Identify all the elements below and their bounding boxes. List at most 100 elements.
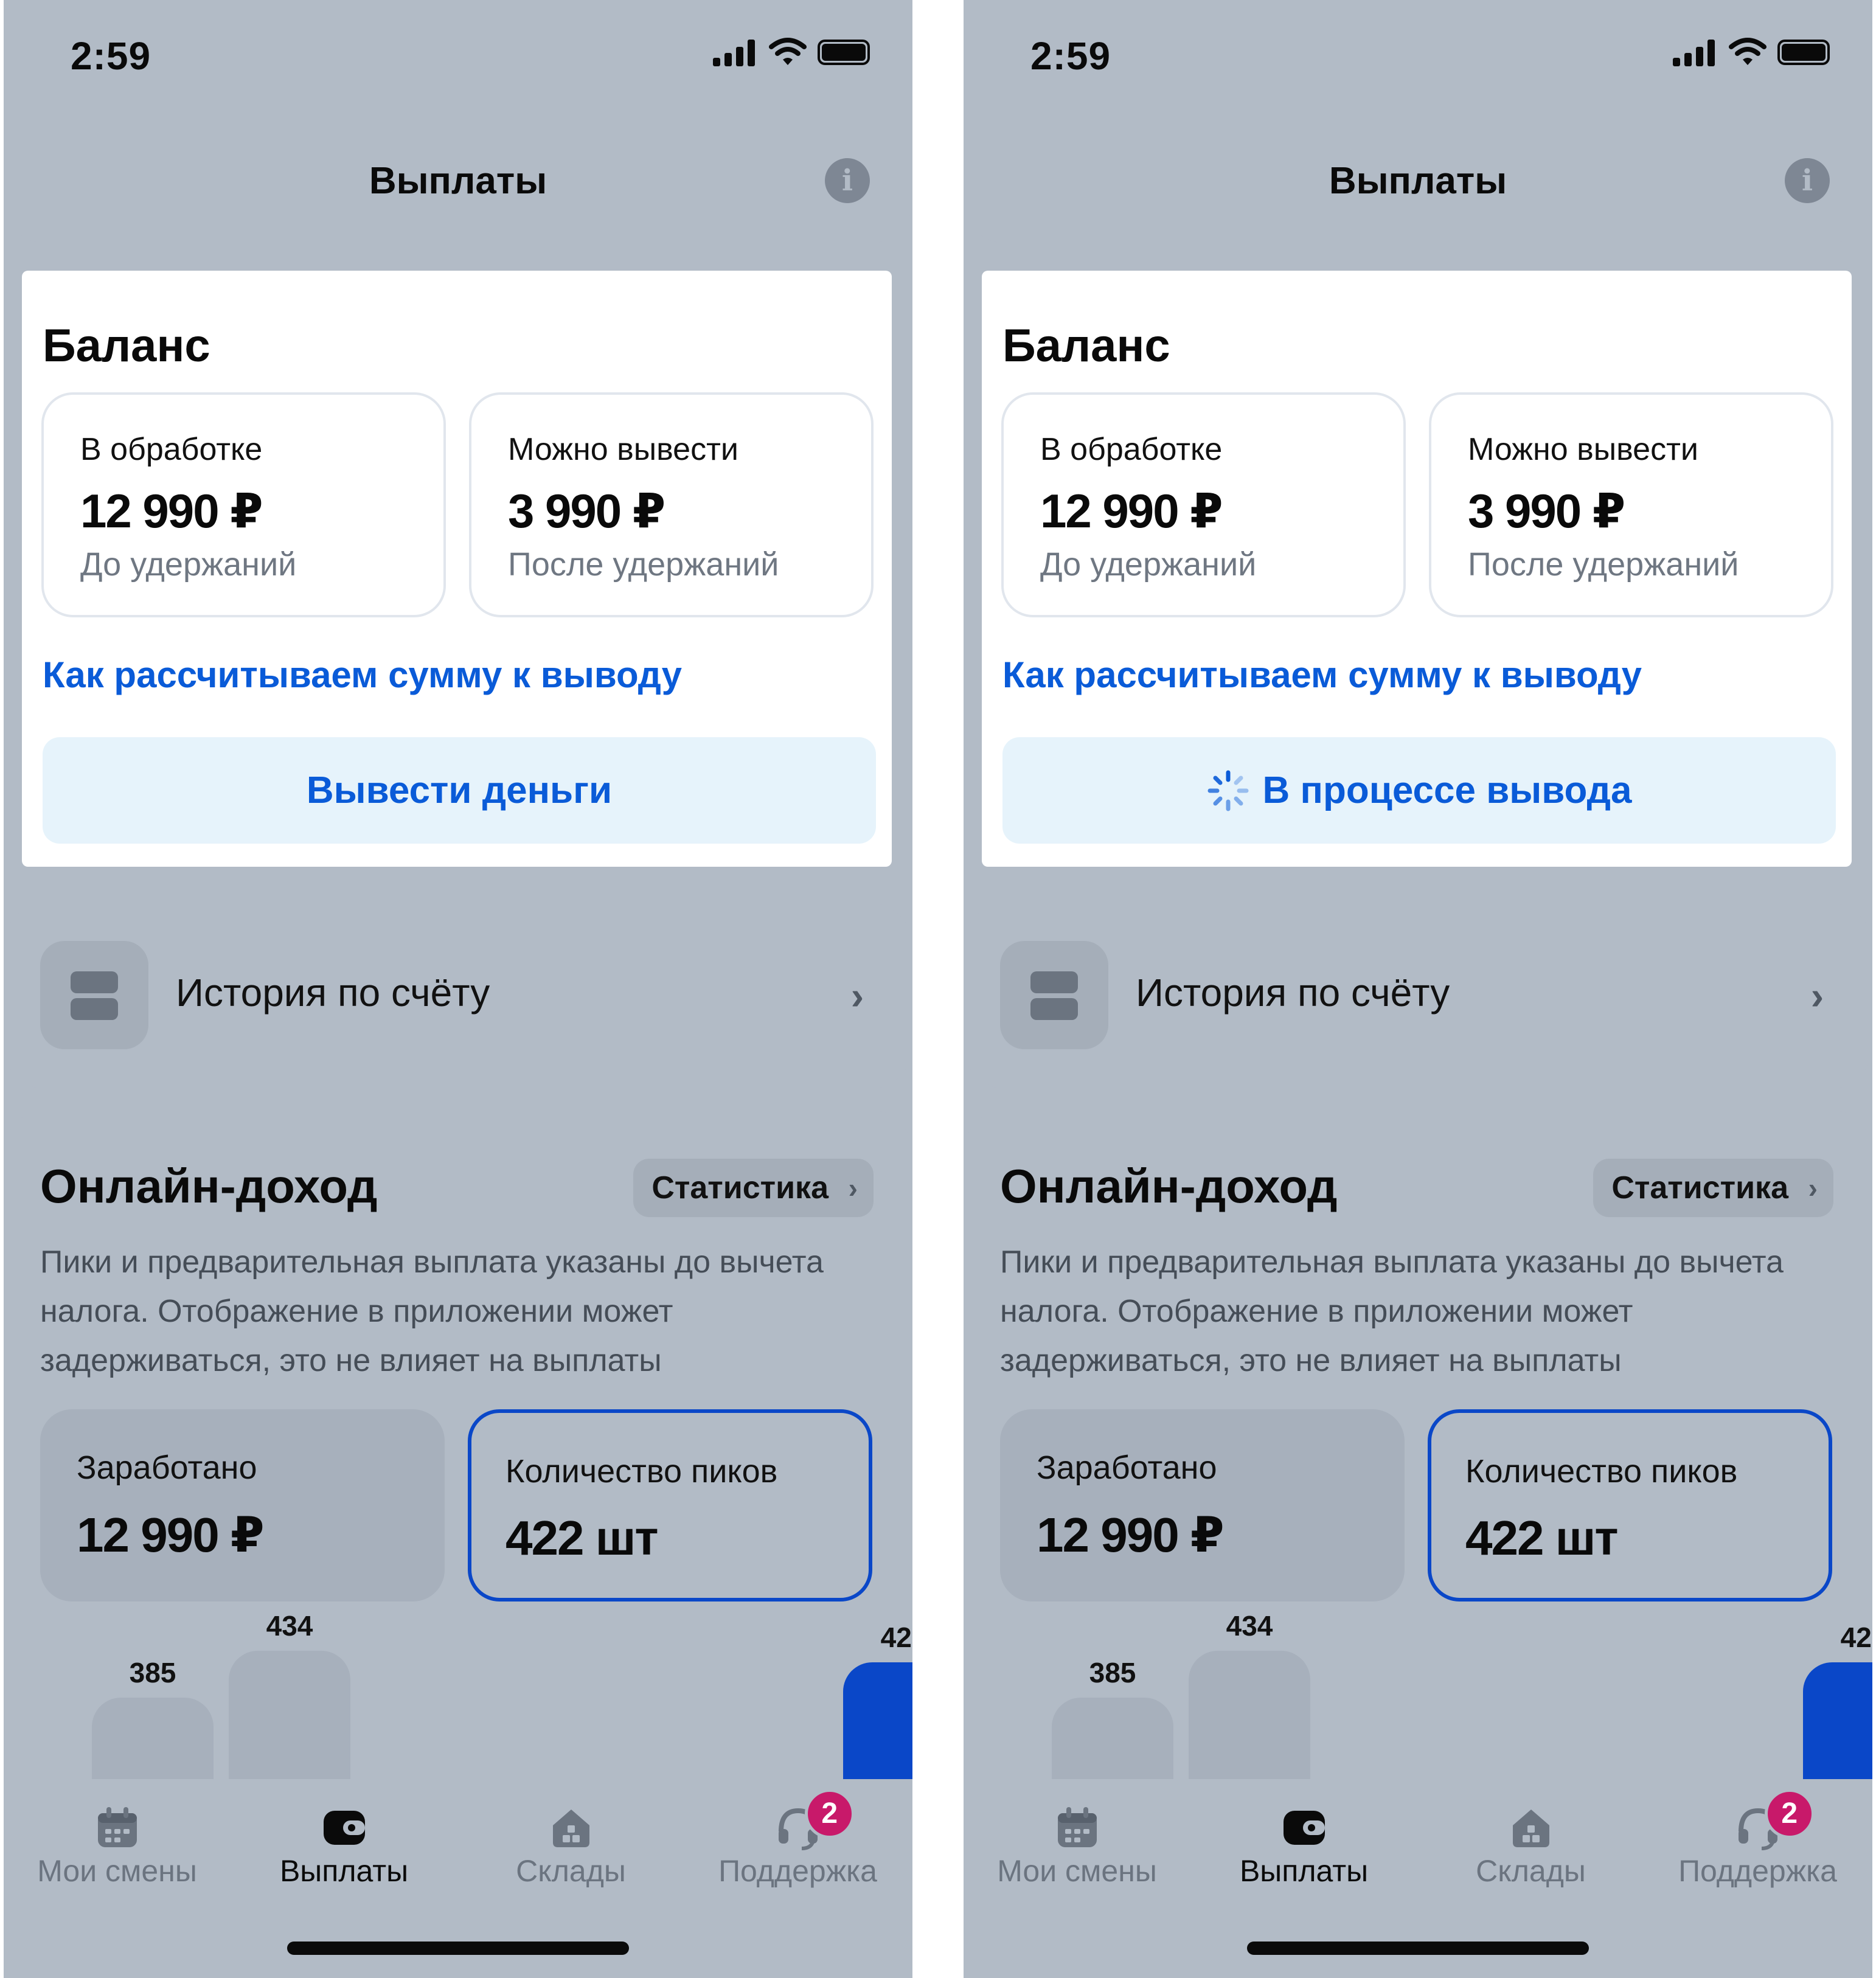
- screen-payouts-default: 2:59 Выплаты i Баланс В обработке 12 990…: [4, 0, 912, 1978]
- picks-chart: 385 434 422: [1000, 1609, 1872, 1779]
- history-row[interactable]: История по счёту ›: [964, 903, 1872, 1089]
- notification-badge: 2: [1764, 1789, 1815, 1839]
- tab-my-shifts[interactable]: Мои смены: [964, 1779, 1190, 1919]
- tab-label: Склады: [516, 1854, 626, 1888]
- statistics-label: Статистика: [651, 1170, 829, 1206]
- processing-label: В обработке: [80, 432, 263, 467]
- history-icon: [40, 941, 148, 1049]
- statistics-button[interactable]: Статистика ›: [633, 1159, 874, 1217]
- notification-badge: 2: [804, 1789, 855, 1839]
- home-indicator: [287, 1942, 629, 1955]
- withdrawable-label: Можно вывести: [508, 432, 738, 467]
- chart-bar[interactable]: [229, 1650, 350, 1779]
- earned-value: 12 990 ₽: [1037, 1508, 1225, 1562]
- processing-label: В обработке: [1040, 432, 1223, 467]
- balance-card: Баланс В обработке 12 990 ₽ До удержаний…: [22, 271, 892, 867]
- earned-tile[interactable]: Заработано 12 990 ₽: [40, 1409, 445, 1601]
- withdrawable-value: 3 990 ₽: [508, 484, 665, 538]
- withdrawal-in-progress-label: В процессе вывода: [1262, 769, 1632, 811]
- loading-spinner-icon: [1207, 770, 1249, 811]
- tab-warehouses[interactable]: Склады: [457, 1779, 684, 1919]
- tab-label: Выплаты: [279, 1854, 409, 1888]
- income-title: Онлайн-доход: [1000, 1159, 1338, 1213]
- signal-icon: [1673, 40, 1715, 66]
- income-description: Пики и предварительная выплата указаны д…: [40, 1244, 824, 1378]
- picks-label: Количество пиков: [1465, 1453, 1738, 1490]
- page-title: Выплаты: [1329, 160, 1507, 202]
- battery-icon: [818, 40, 870, 65]
- withdraw-button-label: Вывести деньги: [306, 769, 613, 811]
- history-label: История по счёту: [176, 971, 490, 1015]
- calendar-icon: [1054, 1805, 1100, 1851]
- chart-bar[interactable]: [1803, 1662, 1872, 1779]
- chevron-right-icon: ›: [848, 1172, 858, 1204]
- tab-label: Выплаты: [1239, 1854, 1369, 1888]
- statistics-button[interactable]: Статистика ›: [1593, 1159, 1833, 1217]
- status-icons: [1673, 38, 1837, 71]
- battery-icon: [1777, 40, 1830, 65]
- wallet-icon: [321, 1805, 367, 1851]
- chevron-right-icon: ›: [850, 974, 864, 1018]
- calc-info-link[interactable]: Как рассчитываем сумму к выводу: [43, 654, 682, 696]
- withdrawal-in-progress-button[interactable]: В процессе вывода: [1002, 737, 1836, 844]
- tab-label: Поддержка: [718, 1854, 877, 1888]
- balance-card: Баланс В обработке 12 990 ₽ До удержаний…: [982, 271, 1852, 867]
- tab-support[interactable]: 2 Поддержка: [684, 1779, 911, 1919]
- tab-label: Склады: [1476, 1854, 1586, 1888]
- wifi-icon: [769, 38, 807, 65]
- withdrawable-value: 3 990 ₽: [1468, 484, 1625, 538]
- processing-value: 12 990 ₽: [80, 484, 263, 538]
- withdrawable-box: Можно вывести 3 990 ₽ После удержаний: [1429, 392, 1833, 617]
- home-indicator: [1247, 1942, 1589, 1955]
- earned-tile[interactable]: Заработано 12 990 ₽: [1000, 1409, 1405, 1601]
- tab-support[interactable]: 2 Поддержка: [1644, 1779, 1871, 1919]
- chart-bar-label: 422: [1840, 1621, 1872, 1653]
- earned-value: 12 990 ₽: [77, 1508, 265, 1562]
- chart-bar-label: 385: [129, 1657, 176, 1689]
- page-title: Выплаты: [369, 160, 547, 202]
- screen-payouts-in-progress: 2:59 Выплаты i Баланс В обработке 12 990…: [964, 0, 1872, 1978]
- chart-bar-label: 422: [880, 1621, 912, 1653]
- chart-bar[interactable]: [1189, 1650, 1310, 1779]
- picks-value: 422 шт: [1465, 1511, 1619, 1565]
- chart-bar[interactable]: [92, 1698, 214, 1779]
- tab-warehouses[interactable]: Склады: [1417, 1779, 1644, 1919]
- info-icon[interactable]: i: [1785, 158, 1830, 203]
- processing-box: В обработке 12 990 ₽ До удержаний: [41, 392, 446, 617]
- signal-icon: [713, 40, 756, 66]
- chart-bar[interactable]: [1052, 1698, 1173, 1779]
- withdraw-button[interactable]: Вывести деньги: [43, 737, 876, 844]
- picks-value: 422 шт: [505, 1511, 659, 1565]
- picks-tile[interactable]: Количество пиков 422 шт: [1428, 1409, 1832, 1601]
- picks-tile[interactable]: Количество пиков 422 шт: [468, 1409, 872, 1601]
- processing-sub: До удержаний: [1040, 546, 1257, 583]
- chart-bar[interactable]: [843, 1662, 912, 1779]
- processing-box: В обработке 12 990 ₽ До удержаний: [1001, 392, 1406, 617]
- earned-label: Заработано: [1037, 1449, 1217, 1486]
- picks-chart: 385 434 422: [40, 1610, 912, 1779]
- processing-sub: До удержаний: [80, 546, 297, 583]
- info-icon[interactable]: i: [825, 158, 870, 203]
- calc-info-link[interactable]: Как рассчитываем сумму к выводу: [1002, 654, 1642, 696]
- status-icons: [713, 38, 877, 71]
- earned-label: Заработано: [77, 1449, 257, 1486]
- warehouse-icon: [548, 1805, 594, 1851]
- wallet-icon: [1281, 1805, 1327, 1851]
- withdrawable-sub: После удержаний: [1468, 546, 1739, 583]
- calendar-icon: [94, 1805, 141, 1851]
- warehouse-icon: [1508, 1805, 1554, 1851]
- tab-my-shifts[interactable]: Мои смены: [4, 1779, 231, 1919]
- processing-value: 12 990 ₽: [1040, 484, 1223, 538]
- balance-title: Баланс: [1002, 320, 1170, 372]
- income-title: Онлайн-доход: [40, 1159, 378, 1213]
- tab-payouts[interactable]: Выплаты: [231, 1779, 457, 1919]
- withdrawable-box: Можно вывести 3 990 ₽ После удержаний: [469, 392, 874, 617]
- chevron-right-icon: ›: [1808, 1172, 1818, 1204]
- chart-bar-label: 385: [1089, 1657, 1136, 1689]
- withdrawable-label: Можно вывести: [1468, 432, 1698, 467]
- tab-payouts[interactable]: Выплаты: [1190, 1779, 1417, 1919]
- status-time: 2:59: [1030, 34, 1111, 78]
- history-row[interactable]: История по счёту ›: [4, 903, 912, 1089]
- chart-bar-label: 434: [1226, 1609, 1273, 1642]
- income-description: Пики и предварительная выплата указаны д…: [1000, 1244, 1784, 1378]
